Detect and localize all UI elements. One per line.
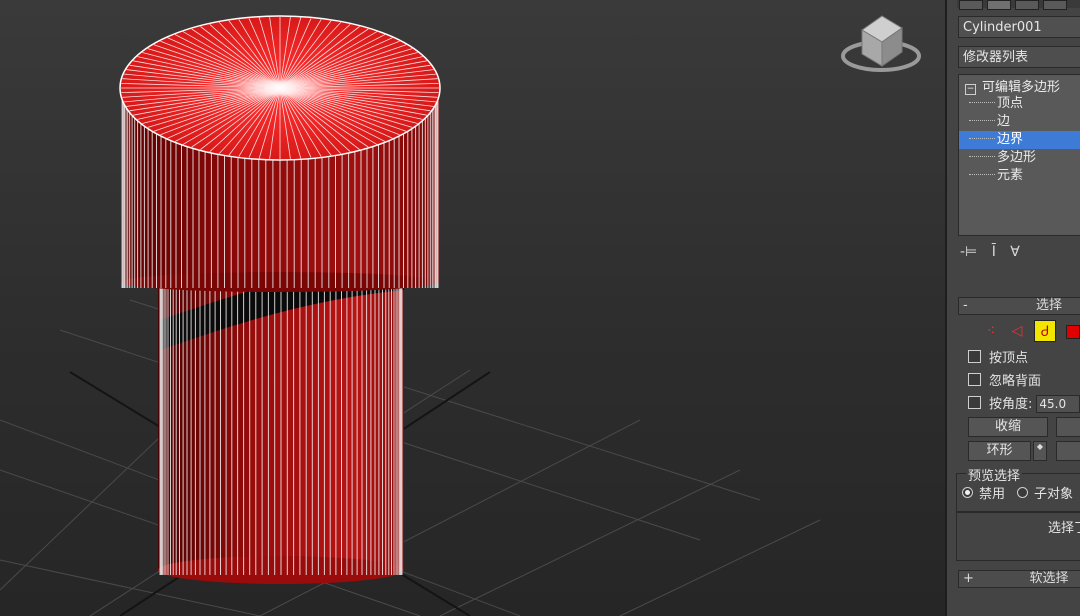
polygon-mode-icon[interactable] xyxy=(1062,320,1080,342)
checkbox-icon[interactable] xyxy=(968,396,981,409)
selection-info-text: 选择了 xyxy=(1048,521,1080,536)
object-name-field[interactable]: Cylinder001 xyxy=(958,16,1080,38)
preview-subobject-radio[interactable]: 子对象 xyxy=(1017,486,1073,504)
view-cube-icon xyxy=(841,15,921,72)
collapse-minus-icon[interactable]: − xyxy=(965,84,976,95)
stack-item-polygon[interactable]: 多边形 xyxy=(959,149,1080,167)
create-tab-icon[interactable] xyxy=(959,0,983,10)
checkbox-icon[interactable] xyxy=(968,373,981,386)
select-rollout-title: 选择 xyxy=(1035,298,1062,313)
angle-input[interactable]: 45.0 xyxy=(1036,395,1080,413)
stack-toolbar: -⊨ Ī ∀ xyxy=(960,244,1030,264)
viewport-scene xyxy=(0,15,921,616)
stack-item-element[interactable]: 元素 xyxy=(959,167,1080,185)
soft-select-rollout-header[interactable]: + 软选择 xyxy=(958,570,1080,588)
show-end-result-icon[interactable]: Ī xyxy=(992,244,996,260)
ring-button[interactable]: 环形 xyxy=(968,441,1031,461)
by-vertex-checkbox[interactable]: 按顶点 xyxy=(968,349,1028,367)
preview-selection-title: 预览选择 xyxy=(966,465,1023,484)
make-unique-icon[interactable]: ∀ xyxy=(1010,244,1020,260)
modifier-list-dropdown[interactable]: 修改器列表 xyxy=(958,46,1080,68)
cylinder-body xyxy=(158,250,404,584)
loop-button[interactable] xyxy=(1056,441,1080,461)
border-mode-icon[interactable]: Ꮷ xyxy=(1034,320,1056,342)
shrink-button[interactable]: 收缩 xyxy=(968,417,1048,437)
soft-select-rollout-title: 软选择 xyxy=(1029,571,1069,586)
vertex-mode-icon[interactable]: ⁖ xyxy=(980,320,1002,342)
perspective-viewport[interactable] xyxy=(0,0,945,616)
preview-off-radio[interactable]: 禁用 xyxy=(962,486,1005,504)
cylinder-cap xyxy=(119,15,441,292)
grow-button[interactable] xyxy=(1056,417,1080,437)
modifier-stack: − 可编辑多边形 顶点 边 边界 多边形 元素 xyxy=(958,74,1080,236)
hierarchy-tab-icon[interactable] xyxy=(1015,0,1039,10)
ignore-backfacing-checkbox[interactable]: 忽略背面 xyxy=(968,372,1041,390)
radio-icon[interactable] xyxy=(962,487,973,498)
pin-stack-icon[interactable]: -⊨ xyxy=(960,244,977,260)
stack-item-border[interactable]: 边界 xyxy=(959,131,1080,149)
ground-grid xyxy=(0,299,821,616)
radio-icon[interactable] xyxy=(1017,487,1028,498)
ring-spinner[interactable]: ◆ xyxy=(1033,441,1047,461)
stack-item-edge[interactable]: 边 xyxy=(959,113,1080,131)
stack-item-vertex[interactable]: 顶点 xyxy=(959,95,1080,113)
select-rollout-header[interactable]: - 选择 xyxy=(958,297,1080,315)
modify-tab-icon[interactable] xyxy=(987,0,1011,10)
motion-tab-icon[interactable] xyxy=(1043,0,1067,10)
by-angle-checkbox[interactable]: 按角度: 45.0 xyxy=(968,395,1080,413)
edge-mode-icon[interactable]: ◁ xyxy=(1006,320,1028,342)
stack-root-label: 可编辑多边形 xyxy=(982,80,1061,95)
checkbox-icon[interactable] xyxy=(968,350,981,363)
